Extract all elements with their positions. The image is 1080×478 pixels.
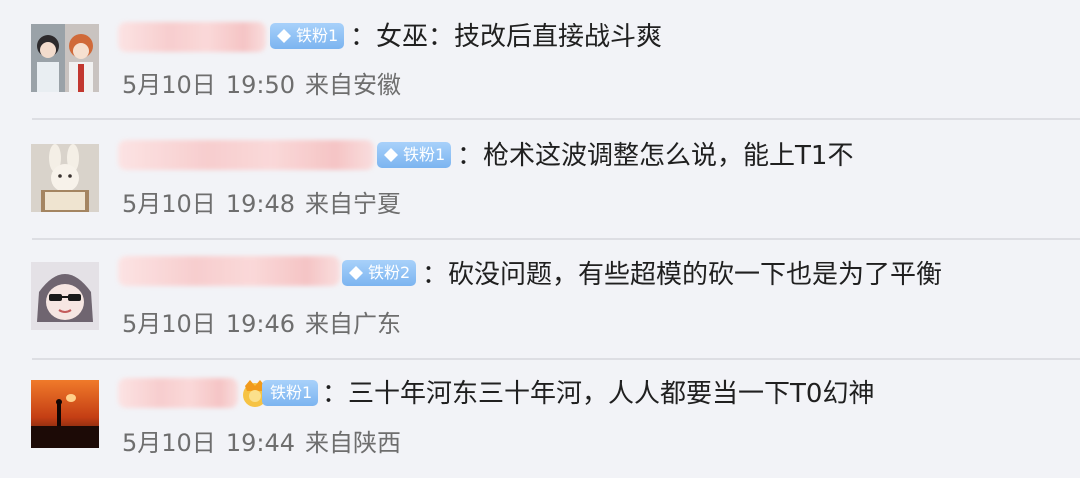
comment-date: 5月10日	[122, 190, 216, 218]
anime-characters-avatar[interactable]	[31, 24, 99, 92]
comment-meta: 5月10日 19:44 来自陕西	[122, 428, 401, 458]
separator: ：	[457, 141, 484, 171]
comment-text: 三十年河东三十年河，人人都要当一下T0幻神	[348, 379, 875, 409]
comment-time: 19:44	[225, 429, 295, 457]
fan-badge[interactable]: 铁粉1	[270, 23, 345, 49]
plush-rabbit-avatar[interactable]	[31, 144, 99, 212]
fan-badge-label: 铁粉2	[368, 263, 411, 282]
diamond-icon	[384, 148, 398, 162]
fan-badge[interactable]: 铁粉2	[342, 260, 417, 286]
username-redacted[interactable]	[118, 140, 374, 170]
comment-location: 来自广东	[304, 310, 401, 338]
comment-item: 铁粉1 ：三十年河东三十年河，人人都要当一下T0幻神 5月10日 19:44 来自陕…	[0, 360, 1080, 478]
comment-item: 铁粉2 ：砍没问题，有些超模的砍一下也是为了平衡 5月10日 19:46 来自广东	[0, 240, 1080, 358]
comment-text-line: ：女巫：技改后直接战斗爽	[350, 20, 662, 54]
comment-date: 5月10日	[122, 71, 216, 99]
comment-time: 19:48	[225, 190, 295, 218]
comment-meta: 5月10日 19:48 来自宁夏	[122, 189, 401, 219]
comment-text: 砍没问题，有些超模的砍一下也是为了平衡	[448, 260, 943, 290]
separator: ：	[322, 379, 349, 409]
comment-date: 5月10日	[122, 429, 216, 457]
separator: ：	[350, 22, 377, 52]
username-redacted[interactable]	[118, 22, 266, 52]
comment-text: 枪术这波调整怎么说，能上T1不	[483, 141, 854, 171]
comment-text-line: ：三十年河东三十年河，人人都要当一下T0幻神	[322, 377, 874, 411]
comment-location: 来自安徽	[304, 71, 401, 99]
comment-text-line: ：砍没问题，有些超模的砍一下也是为了平衡	[422, 258, 942, 292]
comment-list: 铁粉1 ：女巫：技改后直接战斗爽 5月10日 19:50 来自安徽 铁粉1 ：枪…	[0, 0, 1080, 476]
comment-meta: 5月10日 19:50 来自安徽	[122, 70, 401, 100]
comment-item: 铁粉1 ：枪术这波调整怎么说，能上T1不 5月10日 19:48 来自宁夏	[0, 120, 1080, 238]
comment-location: 来自宁夏	[304, 190, 401, 218]
fan-badge-label: 铁粉1	[296, 26, 339, 45]
fan-badge-label: 铁粉1	[270, 383, 313, 402]
fan-badge[interactable]: 铁粉1	[377, 142, 452, 168]
username-redacted[interactable]	[118, 256, 340, 286]
comment-location: 来自陕西	[304, 429, 401, 457]
comment-time: 19:50	[225, 71, 295, 99]
sunglasses-girl-avatar[interactable]	[31, 262, 99, 330]
separator: ：	[422, 260, 449, 290]
comment-text-line: ：枪术这波调整怎么说，能上T1不	[457, 139, 853, 173]
fan-badge-label: 铁粉1	[403, 145, 446, 164]
username-redacted[interactable]	[118, 378, 238, 408]
comment-item: 铁粉1 ：女巫：技改后直接战斗爽 5月10日 19:50 来自安徽	[0, 0, 1080, 118]
comment-time: 19:46	[225, 310, 295, 338]
comment-meta: 5月10日 19:46 来自广东	[122, 309, 401, 339]
sunset-silhouette-avatar[interactable]	[31, 380, 99, 448]
diamond-icon	[349, 266, 363, 280]
comment-date: 5月10日	[122, 310, 216, 338]
comment-text: 女巫：技改后直接战斗爽	[376, 22, 663, 52]
fan-badge[interactable]: 铁粉1	[262, 380, 319, 406]
diamond-icon	[277, 29, 291, 43]
